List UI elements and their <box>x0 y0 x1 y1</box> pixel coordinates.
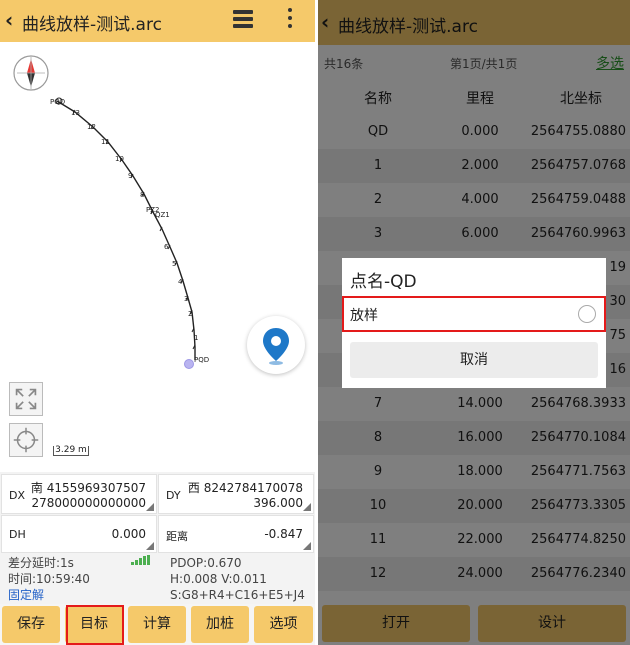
station-label: 4 <box>178 278 183 286</box>
back-icon[interactable]: ‹ <box>5 8 13 32</box>
dy-value-line1: 西 8242784170078 <box>187 481 303 495</box>
bottom-toolbar: 保存 目标 计算 加桩 选项 <box>0 604 315 645</box>
map-scale-bar: 3.29 m <box>53 446 89 456</box>
current-position-marker <box>184 359 194 369</box>
right-screen: ‹ 曲线放样-测试.arc 共16条 第1页/共1页 多选 名称 里程 北坐标 … <box>318 0 630 645</box>
station-label: 6 <box>164 243 169 251</box>
station-label: 12 <box>87 123 96 131</box>
point-action-dialog: 点名-QD 放样 取消 <box>342 258 606 388</box>
dx-value-line2: 278000000000000 <box>31 496 146 510</box>
dx-label: DX <box>9 489 26 502</box>
hv-precision-text: H:0.008 V:0.011 <box>170 572 267 586</box>
dy-value-line2: 396.000 <box>253 496 303 510</box>
station-label: 3 <box>184 295 188 303</box>
station-label: 5 <box>172 260 176 268</box>
distance-value: -0.847 <box>264 527 303 541</box>
station-label: 11 <box>101 138 110 146</box>
stakeout-option-highlight <box>342 296 606 332</box>
pdop-text: PDOP:0.670 <box>170 556 242 570</box>
app-header: ‹ 曲线放样-测试.arc <box>0 0 315 42</box>
save-button[interactable]: 保存 <box>2 606 60 643</box>
station-label: 1 <box>194 334 198 342</box>
corner-triangle-icon <box>303 503 311 511</box>
station-label: 8 <box>140 191 144 199</box>
dx-cell[interactable]: DX 南 4155969307507 278000000000000 <box>1 474 157 514</box>
corner-triangle-icon <box>146 503 154 511</box>
station-label: 10 <box>115 155 124 163</box>
more-options-icon[interactable] <box>287 8 293 32</box>
list-menu-icon[interactable] <box>233 10 253 30</box>
curve-line <box>56 100 196 360</box>
fullscreen-icon[interactable] <box>9 382 43 416</box>
station-label: PQD <box>194 356 209 364</box>
distance-label: 距离 <box>166 530 188 543</box>
target-button-highlight <box>66 605 124 645</box>
dh-value: 0.000 <box>111 527 146 541</box>
calculate-button[interactable]: 计算 <box>128 606 186 643</box>
corner-triangle-icon <box>303 542 311 550</box>
options-button[interactable]: 选项 <box>254 606 313 643</box>
curve-plot: PQD 13 12 11 10 9 8 7 PZ2 QZ1 6 5 4 3 2 … <box>50 97 209 369</box>
distance-cell[interactable]: 距离 -0.847 <box>158 515 314 553</box>
dy-label: DY <box>166 489 181 502</box>
corner-triangle-icon <box>146 542 154 550</box>
solution-status-text: 固定解 <box>8 588 45 602</box>
diff-delay-text: 差分延时:1s <box>8 556 74 570</box>
station-label: 2 <box>188 310 192 318</box>
cancel-button[interactable]: 取消 <box>350 342 598 378</box>
page-title: 曲线放样-测试.arc <box>22 15 162 35</box>
dy-cell[interactable]: DY 西 8242784170078 396.000 <box>158 474 314 514</box>
time-text: 时间:10:59:40 <box>8 572 90 586</box>
location-pin-icon[interactable] <box>247 316 305 374</box>
satellites-text: S:G8+R4+C16+E5+J4 <box>170 588 305 602</box>
dh-label: DH <box>9 528 26 541</box>
station-label: QZ1 <box>155 211 170 219</box>
center-target-icon[interactable] <box>9 423 43 457</box>
dx-value-line1: 南 4155969307507 <box>30 481 146 495</box>
station-label: PQD <box>50 98 65 106</box>
station-label: 13 <box>71 109 80 117</box>
map-view[interactable]: PQD 13 12 11 10 9 8 7 PZ2 QZ1 6 5 4 3 2 … <box>0 42 315 472</box>
dh-cell[interactable]: DH 0.000 <box>1 515 157 553</box>
left-screen: ‹ 曲线放样-测试.arc PQD 13 12 11 10 9 8 7 PZ2 … <box>0 0 315 645</box>
station-label: 9 <box>128 172 132 180</box>
station-ticks <box>72 109 196 350</box>
add-stake-button[interactable]: 加桩 <box>191 606 249 643</box>
dialog-title: 点名-QD <box>342 258 606 296</box>
